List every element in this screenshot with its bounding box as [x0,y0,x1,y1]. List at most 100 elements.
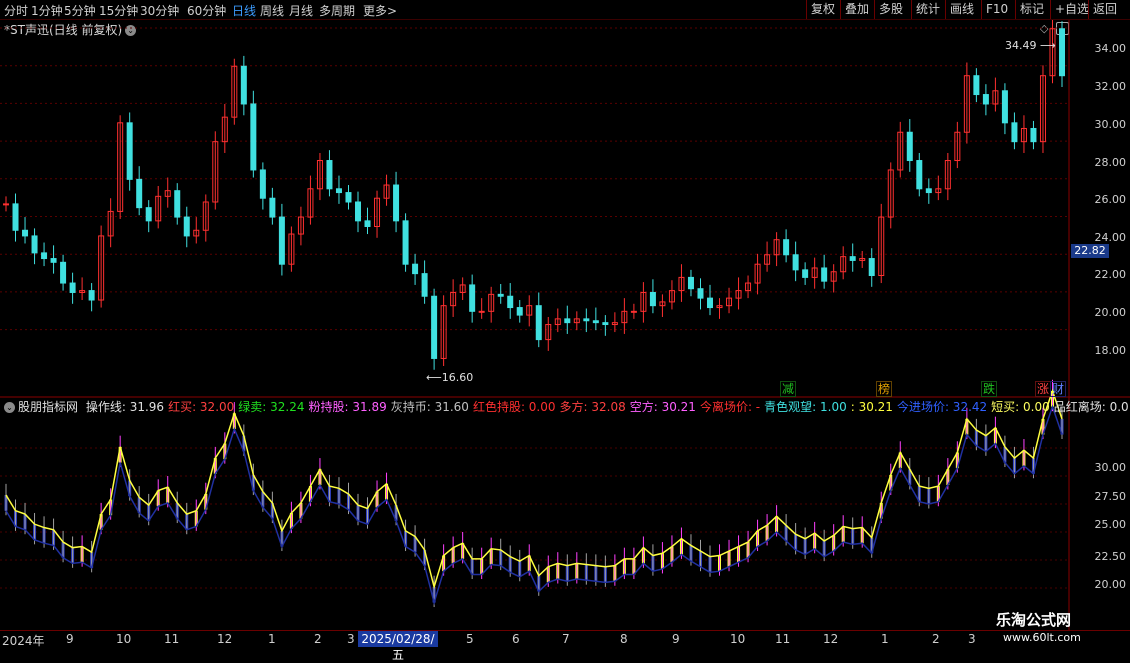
date-cursor-highlight: 2025/02/28/五 [358,631,438,662]
candle-body [649,291,656,307]
indicator-field: 绿卖: 32.24 [238,400,305,414]
indicator-field: 短买: 0.00 [991,400,1050,414]
candle-body [88,290,95,301]
candle-body [516,307,523,316]
candle-body [849,256,856,261]
event-tag-finance[interactable]: 财 [1050,381,1067,397]
date-label: 7 [562,632,570,646]
draw-line-button[interactable]: 画线 [945,0,978,19]
candle-body [583,318,590,322]
candle-body [402,220,409,265]
candle-body [697,288,704,299]
period-tab-5min[interactable]: 5分钟 [64,2,96,19]
indicator-axis-label: 30.00 [1094,461,1127,474]
candle-body [41,252,48,260]
overlay-button[interactable]: 叠加 [840,0,873,19]
date-label: 12 [823,632,839,646]
period-tab-60min[interactable]: 60分钟 [187,2,226,19]
event-tag-rise[interactable]: 涨 [1035,381,1052,397]
f10-button[interactable]: F10 [981,0,1012,19]
period-tab-30min[interactable]: 30分钟 [140,2,179,19]
candle-body [145,207,152,222]
indicator-field: 多方: 32.08 [559,400,626,414]
date-label: 3 [347,632,355,646]
candle-body [421,273,428,297]
indicator-field: 今进场价: 32.42 [896,400,988,414]
candle-body [868,258,875,277]
indicator-line [5,404,1063,606]
indicator-line [5,388,1063,590]
event-tag-rank[interactable]: 榜 [876,381,893,397]
statistics-button[interactable]: 统计 [911,0,944,19]
date-label: 11 [775,632,791,646]
low-price-marker: ⟵16.60 [426,371,474,384]
current-price-badge: 22.82 [1071,244,1109,258]
candle-body [973,75,980,96]
candle-body [259,169,266,199]
indicator-field: 粉持股: 31.89 [308,400,387,414]
price-axis-label: 24.00 [1094,231,1127,244]
date-label: 9 [672,632,680,646]
candle-body [22,229,29,237]
candle-body [393,184,400,222]
candle-body [136,178,143,209]
period-tab-intraday[interactable]: 分时 [4,2,28,19]
price-axis-label: 26.00 [1094,193,1127,206]
date-label: 6 [512,632,520,646]
period-tab-monthly[interactable]: 月线 [289,2,313,19]
indicator-field: 灰持币: 31.60 [390,400,469,414]
watermark-title: 乐淘公式网 [996,611,1072,629]
period-tab-1min[interactable]: 1分钟 [31,2,63,19]
indicator-field: 操作线: 31.96 [85,400,165,414]
candle-body [469,284,476,312]
high-price-marker: 34.49 ⟶ [1005,39,1056,52]
price-axis-label: 28.00 [1094,156,1127,169]
date-axis: 2024年 9 10 11 12 1 2 3 4 5 6 7 8 9 10 11… [0,630,1130,662]
period-toolbar: 分时 1分钟 5分钟 15分钟 30分钟 60分钟 日线 周线 月线 多周期 更… [0,0,1130,20]
candle-body [174,190,181,218]
indicator-axis-label: 27.50 [1094,490,1127,503]
candle-body [326,160,333,190]
date-label: 9 [66,632,74,646]
period-tab-daily[interactable]: 日线 [232,2,256,19]
date-label: 2024年 [2,634,45,648]
date-label: 2 [932,632,940,646]
candle-body [69,282,76,293]
indicator-field: 空方: 30.21 [629,400,696,414]
add-watchlist-button[interactable]: +自选 [1050,0,1093,19]
candle-body [269,197,276,218]
indicator-field: 红买: 32.00 [168,400,235,414]
candle-body [60,261,67,284]
event-tag-reduce[interactable]: 减 [780,381,797,397]
indicator-legend: ⌄ 股朋指标网 操作线: 31.96 红买: 32.00 绿卖: 32.24 粉持股: … [4,398,1130,415]
chevron-down-icon[interactable]: ⌄ [4,402,15,413]
indicator-field: : 30.21 [850,400,893,414]
period-tab-15min[interactable]: 15分钟 [99,2,138,19]
period-tab-weekly[interactable]: 周线 [260,2,284,19]
candle-body [592,320,599,324]
candle-body [602,322,609,326]
period-tab-more[interactable]: 更多> [363,2,397,19]
date-label: 10 [116,632,132,646]
candle-body [478,310,485,313]
event-tag-fall[interactable]: 跌 [981,381,998,397]
candle-body [183,216,190,237]
candle-body [12,203,19,231]
period-tab-multi[interactable]: 多周期 [319,2,355,19]
candle-body [126,122,133,180]
multi-stock-button[interactable]: 多股 [874,0,907,19]
candle-body [345,192,352,203]
candle-body [412,263,419,275]
mark-button[interactable]: 标记 [1015,0,1048,19]
indicator-field: 品红离场: 0.0 [1053,400,1129,414]
candle-body [431,295,438,359]
candle-body [31,235,38,254]
watermark-url: www.60lt.com [1003,631,1081,644]
back-button[interactable]: 返回 [1088,0,1121,19]
price-axis-label: 22.00 [1094,268,1127,281]
indicator-field: 红色持股: 0.00 [472,400,556,414]
candle-body [50,258,57,263]
candle-body [240,65,247,105]
restore-rights-button[interactable]: 复权 [806,0,839,19]
date-label: 12 [217,632,233,646]
